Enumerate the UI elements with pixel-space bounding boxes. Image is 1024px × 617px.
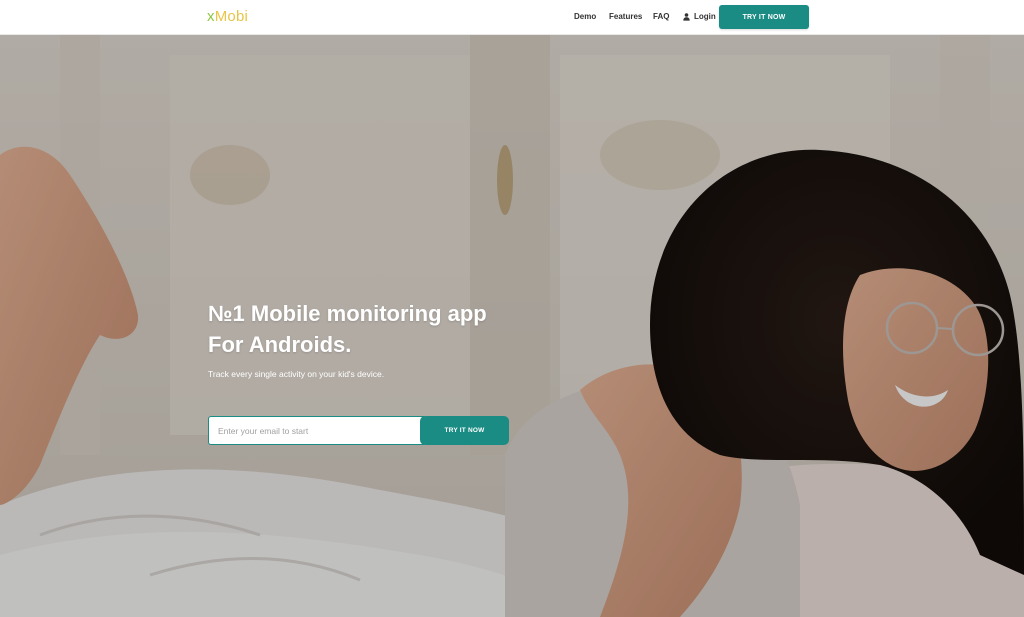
email-input[interactable] — [208, 416, 424, 445]
logo-x: x — [207, 8, 215, 25]
logo[interactable]: xMobi — [207, 8, 248, 26]
hero-title: №1 Mobile monitoring app For Androids. — [208, 298, 538, 360]
email-signup-form: TRY IT NOW — [208, 416, 509, 445]
logo-mobi: Mobi — [214, 8, 249, 25]
nav-faq-link[interactable]: FAQ — [653, 12, 669, 22]
hero-section: №1 Mobile monitoring app For Androids. T… — [0, 35, 1024, 617]
user-icon — [683, 13, 690, 21]
hero-subtitle: Track every single activity on your kid'… — [208, 369, 385, 379]
top-navbar: xMobi Demo Features FAQ Login TRY IT NOW — [0, 0, 1024, 35]
nav-demo-link[interactable]: Demo — [574, 12, 596, 22]
hero-title-line1: №1 Mobile monitoring app — [208, 301, 487, 326]
nav-features-link[interactable]: Features — [609, 12, 642, 22]
try-it-now-hero-button[interactable]: TRY IT NOW — [420, 416, 509, 445]
nav-login-label: Login — [694, 12, 716, 21]
try-it-now-header-button[interactable]: TRY IT NOW — [719, 5, 809, 29]
hero-title-line2: For Androids. — [208, 332, 352, 357]
nav-login-link[interactable]: Login — [683, 12, 716, 22]
